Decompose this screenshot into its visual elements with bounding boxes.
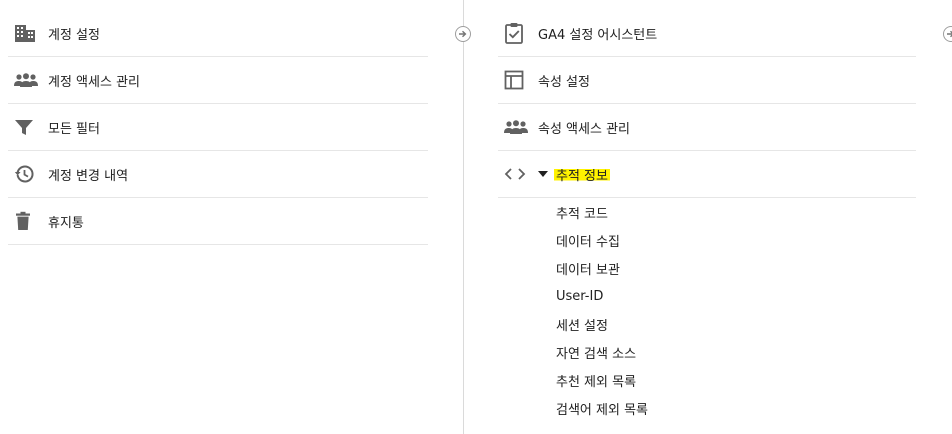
menu-item-label: 모든 필터 — [48, 121, 100, 137]
menu-item-label: 속성 액세스 관리 — [538, 121, 630, 137]
people-icon — [498, 115, 538, 139]
tracking-info-submenu: 추적 코드 데이터 수집 데이터 보관 User-ID 세션 설정 자연 검색 … — [556, 198, 648, 422]
menu-item-label: 계정 액세스 관리 — [48, 74, 140, 90]
menu-item-account-change-history[interactable]: 계정 변경 내역 — [8, 151, 428, 198]
submenu-item-label: 추적 코드 — [556, 206, 608, 222]
history-icon — [8, 162, 48, 186]
layout-icon — [498, 68, 538, 92]
menu-item-property-settings[interactable]: 속성 설정 — [498, 57, 916, 104]
submenu-item-user-id[interactable]: User-ID — [556, 282, 648, 310]
submenu-item-referral-exclusion-list[interactable]: 추천 제외 목록 — [556, 366, 648, 394]
submenu-item-label: 검색어 제외 목록 — [556, 402, 648, 418]
property-menu: GA4 설정 어시스턴트 속성 설정 속성 액세스 관리 추적 정보 — [498, 10, 916, 198]
people-icon — [8, 68, 48, 92]
filter-icon — [8, 115, 48, 139]
building-icon — [8, 21, 48, 45]
menu-item-label: 계정 설정 — [48, 27, 100, 43]
submenu-item-session-settings[interactable]: 세션 설정 — [556, 310, 648, 338]
arrow-right-icon — [947, 30, 952, 38]
menu-item-ga4-setup-assistant[interactable]: GA4 설정 어시스턴트 — [498, 10, 916, 57]
submenu-item-search-term-exclusion-list[interactable]: 검색어 제외 목록 — [556, 394, 648, 422]
submenu-item-organic-search-sources[interactable]: 자연 검색 소스 — [556, 338, 648, 366]
submenu-item-tracking-code[interactable]: 추적 코드 — [556, 198, 648, 226]
menu-item-all-filters[interactable]: 모든 필터 — [8, 104, 428, 151]
menu-item-tracking-info[interactable]: 추적 정보 — [498, 151, 916, 198]
account-menu: 계정 설정 계정 액세스 관리 모든 필터 계정 변경 내역 휴지통 — [8, 10, 428, 245]
menu-item-property-access[interactable]: 속성 액세스 관리 — [498, 104, 916, 151]
submenu-item-label: 세션 설정 — [556, 318, 608, 334]
submenu-item-label: 데이터 수집 — [556, 234, 620, 250]
menu-item-label: GA4 설정 어시스턴트 — [538, 27, 658, 43]
submenu-item-label: 데이터 보관 — [556, 262, 620, 278]
caret-down-icon[interactable] — [538, 171, 548, 177]
submenu-item-data-collection[interactable]: 데이터 수집 — [556, 226, 648, 254]
clipboard-check-icon — [498, 21, 538, 45]
menu-item-label: 속성 설정 — [538, 74, 590, 90]
menu-item-label: 추적 정보 — [554, 164, 610, 184]
submenu-item-data-retention[interactable]: 데이터 보관 — [556, 254, 648, 282]
submenu-item-label: 자연 검색 소스 — [556, 346, 637, 362]
submenu-item-label: 추천 제외 목록 — [556, 374, 637, 390]
collapse-property-column-button[interactable] — [943, 26, 952, 42]
code-icon — [498, 162, 538, 186]
menu-item-account-access[interactable]: 계정 액세스 관리 — [8, 57, 428, 104]
menu-item-label: 계정 변경 내역 — [48, 168, 129, 184]
column-divider — [463, 0, 464, 434]
menu-item-label: 휴지통 — [48, 215, 84, 231]
submenu-item-label: User-ID — [556, 288, 604, 304]
collapse-account-column-button[interactable] — [455, 26, 471, 42]
arrow-right-icon — [459, 30, 467, 38]
trash-icon — [8, 209, 48, 233]
menu-item-trash[interactable]: 휴지통 — [8, 198, 428, 245]
menu-item-account-settings[interactable]: 계정 설정 — [8, 10, 428, 57]
